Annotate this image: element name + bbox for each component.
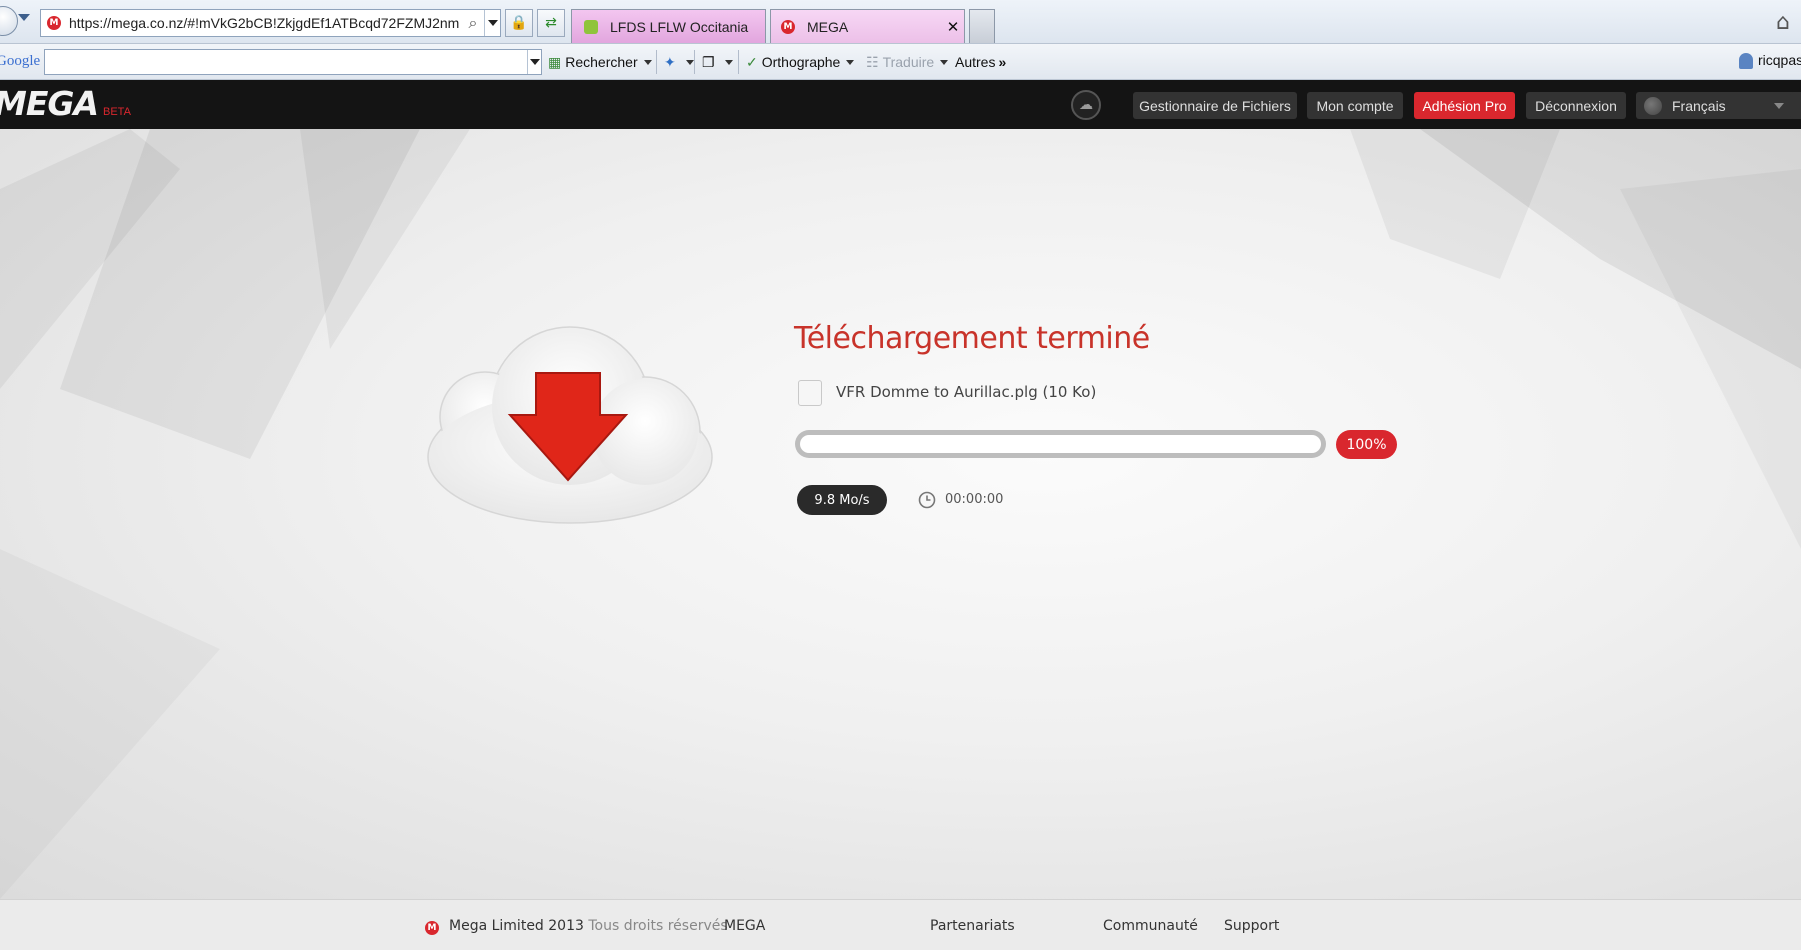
chevron-down-icon — [487, 20, 498, 26]
progress-percent-badge: 100% — [1336, 430, 1397, 459]
beta-badge: BETA — [103, 106, 131, 118]
history-dropdown-icon[interactable] — [18, 14, 30, 21]
download-complete-title: Téléchargement terminé — [794, 321, 1150, 356]
copyright: Mega Limited 2013 Tous droits réservés — [449, 918, 728, 934]
pro-membership-button[interactable]: Adhésion Pro — [1414, 92, 1515, 119]
mega-header: MEGA BETA ☁ Gestionnaire de Fichiers Mon… — [0, 80, 1801, 129]
progress-fill — [800, 435, 1321, 453]
rights-text: Tous droits réservés — [588, 918, 728, 934]
search-button-label: Rechercher — [565, 54, 638, 70]
chevron-down-icon — [846, 59, 855, 65]
address-dropdown-button[interactable] — [484, 10, 500, 36]
spelling-label: Orthographe — [761, 54, 841, 70]
mega-favicon-icon: M — [47, 16, 61, 30]
google-logo: Google — [0, 53, 41, 69]
company-name: Mega Limited 2013 — [449, 918, 584, 934]
search-history-dropdown[interactable] — [527, 50, 541, 74]
clock-icon — [918, 491, 936, 509]
share-icon: ✦ — [664, 53, 676, 70]
new-tab-button[interactable] — [969, 9, 995, 43]
google-search-input[interactable] — [44, 49, 542, 75]
more-label: Autres — [955, 54, 996, 70]
share-button[interactable]: ✦ — [664, 51, 694, 73]
translate-icon: ☷ — [866, 53, 879, 70]
footer-link-mega[interactable]: MEGA — [724, 918, 765, 934]
footer-link-support[interactable]: Support — [1224, 918, 1279, 934]
address-url[interactable]: https://mega.co.nz/#!mVkG2bCB!ZkjgdEf1AT… — [69, 15, 462, 31]
file-name: VFR Domme to Aurillac.plg (10 Ko) — [836, 383, 1097, 401]
file-type-icon — [798, 380, 822, 406]
download-progress-bar — [795, 430, 1326, 458]
toolbar-divider — [694, 50, 695, 74]
account-button[interactable]: Mon compte — [1307, 92, 1403, 119]
chevron-down-icon — [940, 59, 949, 65]
google-toolbar: Google ▦ Rechercher ✦ ❐ ✓ Orthographe ☷ … — [0, 44, 1801, 80]
lock-icon[interactable]: 🔒 — [505, 9, 533, 37]
translate-label: Traduire — [882, 54, 935, 70]
cloud-icon[interactable]: ☁ — [1071, 90, 1101, 120]
time-remaining: 00:00:00 — [945, 492, 1004, 507]
language-label: Français — [1672, 97, 1726, 114]
mega-favicon-icon: M — [781, 19, 795, 34]
translate-button[interactable]: ☷ Traduire — [866, 51, 949, 73]
toolbar-divider — [738, 50, 739, 74]
spellcheck-icon: ✓ — [746, 53, 758, 70]
speed-badge: 9.8 Mo/s — [797, 485, 887, 515]
address-bar[interactable]: M https://mega.co.nz/#!mVkG2bCB!ZkjgdEf1… — [40, 9, 501, 37]
tab-mega[interactable]: M MEGA ✕ — [770, 9, 965, 43]
toolbar-divider — [656, 50, 657, 74]
spelling-button[interactable]: ✓ Orthographe — [746, 51, 855, 73]
logout-button[interactable]: Déconnexion — [1526, 92, 1626, 119]
close-icon[interactable]: ✕ — [942, 18, 964, 36]
download-page: Téléchargement terminé VFR Domme to Auri… — [0, 129, 1801, 899]
window-icon: ❐ — [702, 53, 715, 70]
search-icon[interactable]: ⌕ — [462, 10, 484, 36]
footer-link-partnerships[interactable]: Partenariats — [930, 918, 1015, 934]
header-extra-button[interactable] — [1790, 92, 1801, 119]
tab-lfds[interactable]: LFDS LFLW Occitania — [571, 9, 766, 43]
user-icon[interactable] — [1739, 53, 1753, 69]
chevron-down-icon — [1774, 102, 1784, 109]
mega-logo-icon: M — [425, 921, 439, 935]
home-icon[interactable]: ⌂ — [1771, 10, 1795, 36]
chevron-down-icon — [685, 59, 694, 65]
footer-link-community[interactable]: Communauté — [1103, 918, 1198, 934]
tab-label: LFDS LFLW Occitania — [610, 18, 749, 35]
user-name[interactable]: ricqpas — [1758, 52, 1801, 68]
search-button[interactable]: ▦ Rechercher — [548, 51, 652, 73]
footer: M Mega Limited 2013 Tous droits réservés… — [0, 899, 1801, 950]
language-select[interactable]: Français — [1636, 92, 1796, 119]
chevron-down-icon — [643, 59, 652, 65]
chat-bubble-icon — [584, 19, 598, 34]
globe-icon — [1644, 96, 1662, 115]
download-cloud-icon — [427, 326, 713, 524]
chevron-down-icon — [529, 59, 540, 65]
double-chevron-right-icon: » — [998, 54, 1007, 70]
google-icon: ▦ — [548, 53, 562, 70]
chevron-down-icon — [724, 59, 733, 65]
refresh-icon[interactable]: ⇄ — [537, 9, 565, 37]
background-shards — [0, 129, 1801, 549]
mega-logo[interactable]: MEGA — [0, 84, 99, 123]
tab-label: MEGA — [807, 18, 849, 35]
file-manager-button[interactable]: Gestionnaire de Fichiers — [1133, 92, 1297, 119]
popup-blocker-button[interactable]: ❐ — [702, 51, 733, 73]
browser-nav-bar: M https://mega.co.nz/#!mVkG2bCB!ZkjgdEf1… — [0, 0, 1801, 44]
more-button[interactable]: Autres » — [955, 51, 1006, 73]
back-button[interactable] — [0, 6, 18, 36]
